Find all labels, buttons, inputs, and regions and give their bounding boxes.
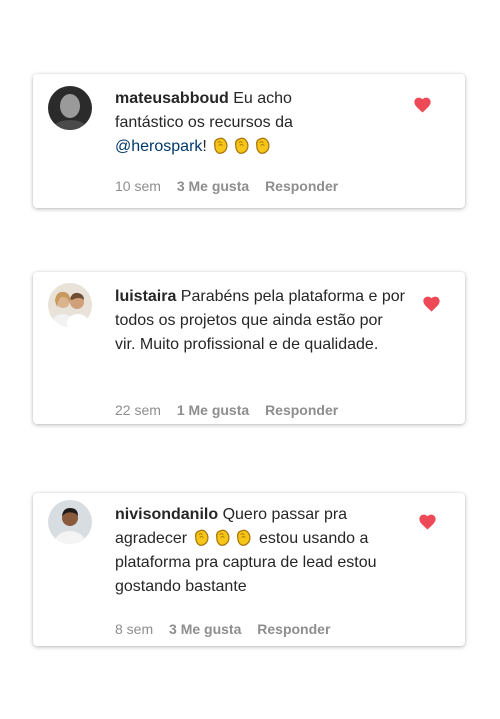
avatar[interactable] [48, 86, 92, 130]
comment-username[interactable]: nivisondanilo [115, 506, 218, 523]
comment-meta: 22 sem 1 Me gusta Responder [115, 402, 350, 418]
comment-text: luistaira Parabéns pela plataforma e por… [115, 285, 407, 357]
comment-username[interactable]: luistaira [115, 288, 176, 305]
clapping-hands-icon [192, 528, 211, 547]
reply-button[interactable]: Responder [265, 402, 338, 418]
comment-username[interactable]: mateusabboud [115, 90, 229, 107]
likes-count[interactable]: 1 Me gusta [177, 402, 249, 418]
comment-meta: 8 sem 3 Me gusta Responder [115, 621, 342, 637]
comment-text: nivisondanilo Quero passar pra agradecer… [115, 503, 407, 599]
clapping-hands-icon [232, 136, 251, 155]
comment-text: mateusabboud Eu acho fantástico os recur… [115, 87, 345, 159]
likes-count[interactable]: 3 Me gusta [177, 178, 249, 194]
avatar[interactable] [48, 500, 92, 544]
comment-body-end: ! [202, 138, 207, 155]
reply-button[interactable]: Responder [257, 621, 330, 637]
comment-card: nivisondanilo Quero passar pra agradecer… [33, 493, 465, 646]
mention-link[interactable]: @herospark [115, 138, 202, 155]
heart-icon[interactable] [423, 296, 440, 312]
comment-time[interactable]: 22 sem [115, 402, 161, 418]
comment-card: mateusabboud Eu acho fantástico os recur… [33, 74, 465, 208]
comment-time[interactable]: 8 sem [115, 621, 153, 637]
comment-time[interactable]: 10 sem [115, 178, 161, 194]
heart-icon[interactable] [419, 514, 436, 530]
comment-meta: 10 sem 3 Me gusta Responder [115, 178, 350, 194]
clapping-hands-icon [234, 528, 253, 547]
clapping-hands-icon [211, 136, 230, 155]
likes-count[interactable]: 3 Me gusta [169, 621, 241, 637]
heart-icon[interactable] [414, 97, 431, 113]
reply-button[interactable]: Responder [265, 178, 338, 194]
avatar[interactable] [48, 283, 92, 327]
clapping-hands-icon [253, 136, 272, 155]
clapping-hands-icon [213, 528, 232, 547]
comment-card: luistaira Parabéns pela plataforma e por… [33, 272, 465, 424]
